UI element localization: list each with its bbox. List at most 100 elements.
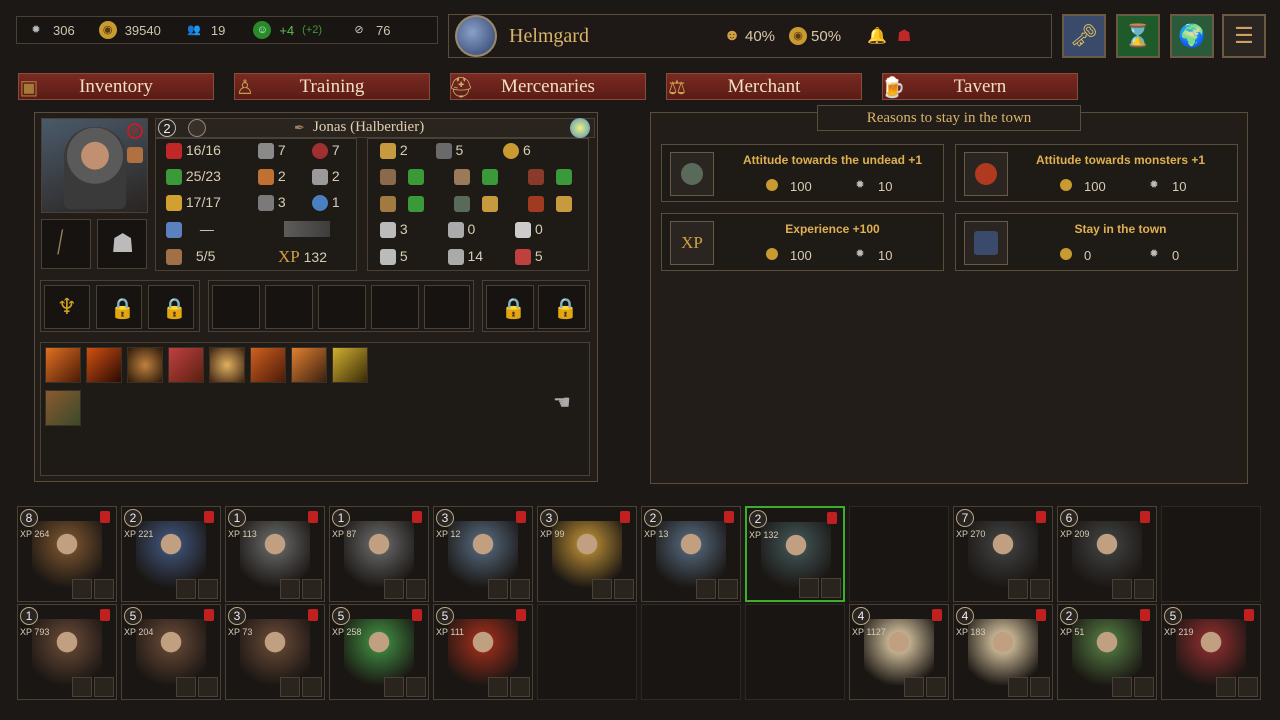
tab-tavern[interactable]: 🍺 Tavern <box>881 73 1078 100</box>
skill-icon[interactable] <box>45 347 81 383</box>
weapon-slot[interactable] <box>1216 677 1236 697</box>
weapon-slot[interactable] <box>280 677 300 697</box>
skill-icon[interactable] <box>168 347 204 383</box>
tab-mercenaries[interactable]: ⛑ Mercenaries <box>448 73 646 100</box>
weapon-slot[interactable] <box>280 579 300 599</box>
mercenary-card[interactable]: 2 XP 221 <box>121 506 221 602</box>
rune-slot[interactable] <box>212 285 260 329</box>
menu-button[interactable]: ☰ <box>1222 14 1266 58</box>
feather-icon[interactable]: ✒ <box>294 120 305 136</box>
skill-icon[interactable] <box>332 347 368 383</box>
mercenary-card[interactable]: 1 XP 793 <box>17 604 117 700</box>
weapon-slot[interactable] <box>488 579 508 599</box>
town-crest-icon[interactable] <box>455 15 497 57</box>
skill-icon[interactable] <box>209 347 245 383</box>
empty-roster-slot[interactable] <box>1161 506 1261 602</box>
armor-slot[interactable] <box>302 579 322 599</box>
reason-card-undead[interactable]: Attitude towards the undead +1 100 ✹ 10 <box>661 144 944 202</box>
weapon-slot[interactable] <box>799 578 819 598</box>
armor-slot[interactable] <box>302 677 322 697</box>
rune-slot[interactable] <box>318 285 366 329</box>
mercenary-card[interactable]: 2 XP 51 <box>1057 604 1157 700</box>
mercenary-card[interactable]: 5 XP 111 <box>433 604 533 700</box>
armor-slot-helmet[interactable]: ☗ <box>97 219 147 269</box>
weapon-slot[interactable] <box>176 579 196 599</box>
sun-gem-icon[interactable] <box>570 118 590 138</box>
mercenary-card[interactable]: 4 XP 1127 <box>849 604 949 700</box>
mercenary-card[interactable]: 2 XP 132 <box>745 506 845 602</box>
alarm-bell-icon[interactable]: 🔔 <box>867 26 887 46</box>
skill-icon[interactable] <box>250 347 286 383</box>
reason-card-monsters[interactable]: Attitude towards monsters +1 100 ✹ 10 <box>955 144 1238 202</box>
armor-slot[interactable] <box>198 579 218 599</box>
armor-slot[interactable] <box>821 578 841 598</box>
hourglass-button[interactable]: ⌛ <box>1116 14 1160 58</box>
armor-slot[interactable] <box>1134 579 1154 599</box>
mercenary-card[interactable]: 5 XP 219 <box>1161 604 1261 700</box>
mercenary-card[interactable]: 1 XP 113 <box>225 506 325 602</box>
mercenary-card[interactable]: 7 XP 270 <box>953 506 1053 602</box>
weapon-slot[interactable] <box>904 677 924 697</box>
tab-training[interactable]: ♙ Training <box>234 73 430 100</box>
empty-roster-slot[interactable] <box>537 604 637 700</box>
weapon-slot[interactable] <box>1112 677 1132 697</box>
dismiss-icon[interactable]: ⊘ <box>127 123 143 139</box>
mercenary-card[interactable]: 3 XP 12 <box>433 506 533 602</box>
armor-slot[interactable] <box>510 579 530 599</box>
armor-slot[interactable] <box>1030 579 1050 599</box>
rune-slot[interactable] <box>424 285 470 329</box>
armor-slot[interactable] <box>510 677 530 697</box>
weapon-slot[interactable] <box>176 677 196 697</box>
skill-icon[interactable] <box>86 347 122 383</box>
armor-slot[interactable] <box>926 677 946 697</box>
mercenary-card[interactable]: 1 XP 87 <box>329 506 429 602</box>
armor-slot[interactable] <box>1238 677 1258 697</box>
weapon-slot[interactable] <box>72 579 92 599</box>
tab-inventory[interactable]: ▣ Inventory <box>18 73 214 100</box>
empty-roster-slot[interactable] <box>745 604 845 700</box>
tag-icon[interactable] <box>127 147 143 163</box>
mercenary-card[interactable]: 3 XP 99 <box>537 506 637 602</box>
armor-slot[interactable] <box>198 677 218 697</box>
weapon-slot-halberd[interactable]: ⟋ <box>41 219 91 269</box>
weapon-slot[interactable] <box>488 677 508 697</box>
weapon-slot[interactable] <box>592 579 612 599</box>
enemy-army-icon[interactable]: ☗ <box>897 26 911 46</box>
tab-merchant[interactable]: ⚖ Merchant <box>666 73 862 100</box>
mercenary-card[interactable]: 4 XP 183 <box>953 604 1053 700</box>
armor-slot[interactable] <box>718 579 738 599</box>
armor-slot[interactable] <box>614 579 634 599</box>
empty-roster-slot[interactable] <box>641 604 741 700</box>
book-skill-icon[interactable] <box>45 390 81 426</box>
armor-slot[interactable] <box>406 579 426 599</box>
weapon-slot[interactable] <box>1008 677 1028 697</box>
mercenary-card[interactable]: 3 XP 73 <box>225 604 325 700</box>
reason-card-experience[interactable]: XP Experience +100 100 ✹ 10 <box>661 213 944 271</box>
weapon-slot[interactable] <box>384 677 404 697</box>
weapon-slot[interactable] <box>384 579 404 599</box>
armor-slot[interactable] <box>406 677 426 697</box>
hero-portrait[interactable]: ⊘ <box>41 118 148 213</box>
rune-slot[interactable] <box>371 285 419 329</box>
skill-icon[interactable] <box>127 347 163 383</box>
mercenary-card[interactable]: 5 XP 204 <box>121 604 221 700</box>
empty-roster-slot[interactable] <box>849 506 949 602</box>
weapon-slot[interactable] <box>1008 579 1028 599</box>
mercenary-card[interactable]: 8 XP 264 <box>17 506 117 602</box>
weapon-slot[interactable] <box>696 579 716 599</box>
keys-button[interactable]: 🗝 <box>1062 14 1106 58</box>
world-map-button[interactable]: 🌍 <box>1170 14 1214 58</box>
weapon-slot[interactable] <box>72 677 92 697</box>
mercenary-card[interactable]: 5 XP 258 <box>329 604 429 700</box>
armor-slot[interactable] <box>94 677 114 697</box>
amulet-slot[interactable]: ♆ <box>44 285 90 329</box>
rune-slot[interactable] <box>265 285 313 329</box>
mercenary-card[interactable]: 2 XP 13 <box>641 506 741 602</box>
weapon-slot[interactable] <box>1112 579 1132 599</box>
armor-slot[interactable] <box>1134 677 1154 697</box>
armor-slot[interactable] <box>1030 677 1050 697</box>
reason-card-stay[interactable]: Stay in the town 0 ✹ 0 <box>955 213 1238 271</box>
armor-slot[interactable] <box>94 579 114 599</box>
skill-icon[interactable] <box>291 347 327 383</box>
mercenary-card[interactable]: 6 XP 209 <box>1057 506 1157 602</box>
